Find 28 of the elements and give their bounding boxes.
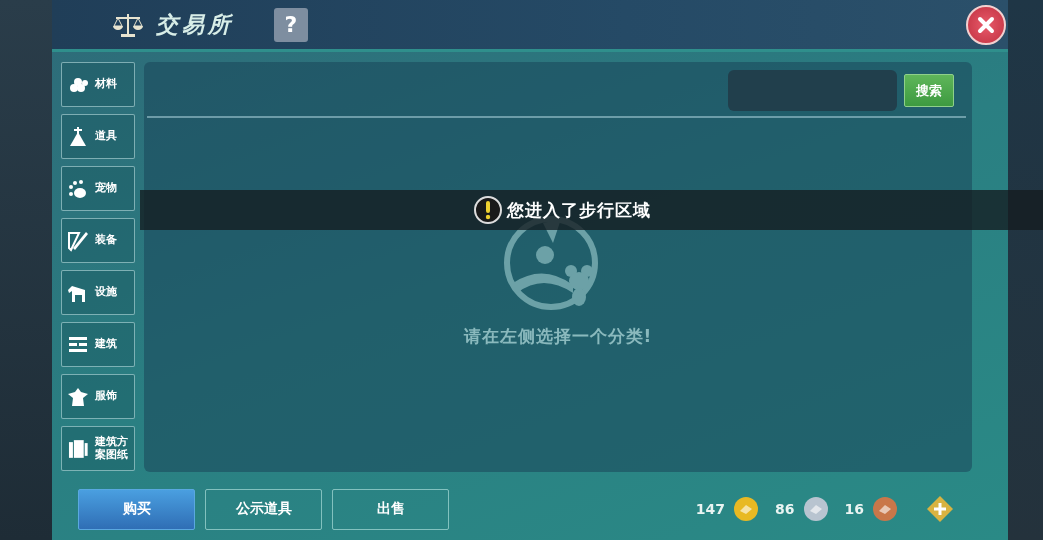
scales-icon (112, 11, 144, 38)
category-button[interactable]: 材料 (61, 62, 135, 107)
sword-shield-icon (67, 229, 89, 252)
paw-icon (67, 177, 89, 200)
tab[interactable]: 出售 (332, 488, 449, 530)
search-field[interactable] (728, 70, 897, 111)
category-button[interactable]: 宠物 (61, 166, 135, 211)
warning-icon (472, 195, 503, 225)
category-button[interactable]: 建筑方案图纸 (61, 426, 135, 471)
currency-amount: 147 (695, 501, 726, 517)
tab[interactable]: 公示道具 (205, 488, 322, 530)
empty-message: 请在左侧选择一个分类! (463, 325, 653, 348)
category-button[interactable]: 服饰 (61, 374, 135, 419)
currency-amount: 16 (844, 501, 864, 517)
category-button[interactable]: 建筑 (61, 322, 135, 367)
window-title: 交易所 (156, 10, 234, 39)
category-button[interactable]: 道具 (61, 114, 135, 159)
currency-amount: 86 (775, 501, 795, 517)
category-button[interactable]: 装备 (61, 218, 135, 263)
help-button[interactable]: ? (274, 7, 308, 42)
plus-icon (926, 495, 954, 523)
tab[interactable]: 购买 (78, 488, 195, 530)
category-button[interactable]: 设施 (61, 270, 135, 315)
close-button[interactable] (966, 4, 1006, 45)
toast-message: 您进入了步行区域 (506, 198, 651, 222)
search-button[interactable]: 搜索 (904, 74, 954, 107)
add-button[interactable] (926, 495, 954, 523)
close-icon (976, 14, 996, 35)
